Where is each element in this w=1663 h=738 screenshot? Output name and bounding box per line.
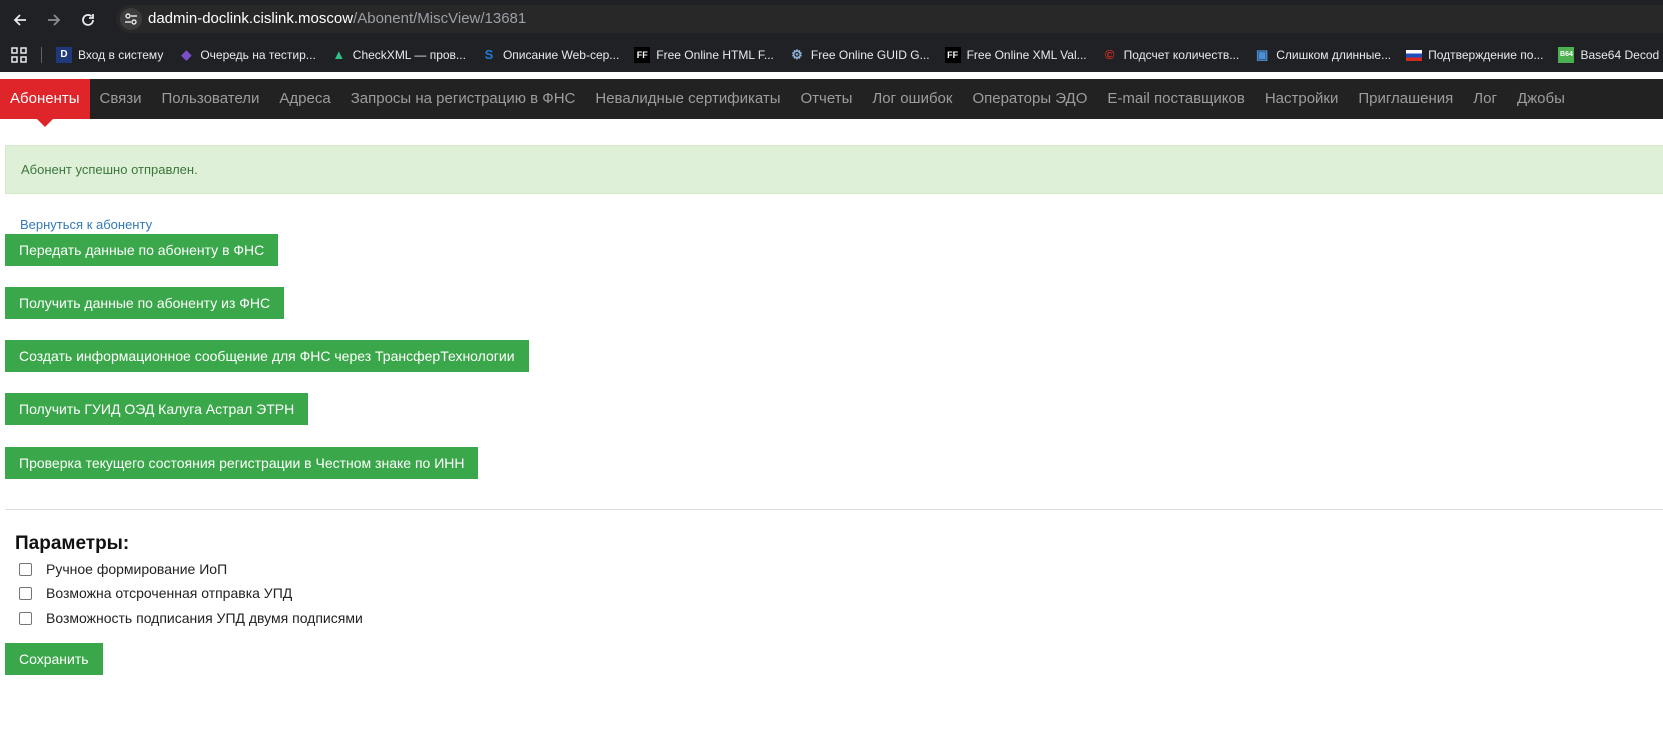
bookmark-label: CheckXML — пров... (352, 48, 466, 62)
nav-item[interactable]: Абоненты (0, 79, 90, 127)
address-bar-row: dadmin-doclink.cislink.moscow/Abonent/Mi… (0, 0, 1663, 38)
bookmark-item[interactable]: Подтверждение по... (1406, 48, 1543, 62)
bookmark-item[interactable]: D Вход в систему (56, 47, 163, 63)
ff-icon: FF (944, 47, 961, 63)
nav-item[interactable]: Приглашения (1348, 79, 1463, 119)
bookmark-item[interactable]: B64 Base64 Decod (1558, 47, 1659, 63)
checkbox-deferred-upd[interactable] (19, 586, 32, 600)
bookmark-item[interactable]: ▣ Слишком длинные... (1254, 47, 1391, 63)
gears-icon: ⚙ (791, 47, 803, 62)
get-guid-button[interactable]: Получить ГУИД ОЭД Калуга Астрал ЭТРН (5, 393, 309, 425)
b64-icon: B64 (1558, 47, 1575, 63)
nav-item[interactable]: Запросы на регистрацию в ФНС (341, 79, 586, 119)
param-two-signatures: Возможность подписания УПД двумя подпися… (19, 607, 363, 629)
param-label: Ручное формирование ИоП (46, 561, 228, 577)
web-service-icon: S (484, 47, 494, 62)
bookmark-label: Base64 Decod (1580, 48, 1660, 62)
nav-list: Абоненты Связи Пользователи Адреса Запросы н… (0, 79, 1663, 127)
window-icon: ▣ (1256, 47, 1269, 62)
check-registration-button[interactable]: Проверка текущего состояния регистрации … (5, 447, 479, 479)
param-deferred-upd: Возможна отсроченная отправка УПД (19, 582, 292, 604)
send-to-fns-button[interactable]: Передать данные по абоненту в ФНС (5, 234, 279, 266)
bookmark-label: Слишком длинные... (1276, 48, 1392, 62)
save-button[interactable]: Сохранить (5, 643, 103, 675)
bookmark-item[interactable]: ⚙ Free Online GUID G... (789, 47, 930, 63)
bookmark-label: Free Online XML Val... (966, 48, 1087, 62)
nav-item[interactable]: Джобы (1507, 79, 1575, 119)
param-label: Возможна отсроченная отправка УПД (46, 585, 293, 601)
url-path: /Abonent/MiscView/13681 (353, 10, 527, 27)
bookmark-label: Free Online HTML F... (656, 48, 774, 62)
visual-studio-icon: ◆ (181, 47, 192, 62)
checkbox-two-signatures[interactable] (19, 611, 32, 625)
bookmark-label: Вход в систему (78, 48, 164, 62)
nav-item[interactable]: Отчеты (791, 79, 863, 119)
russia-flag-icon (1406, 49, 1423, 61)
site-info-icon[interactable] (120, 8, 142, 30)
get-from-fns-button[interactable]: Получить данные по абоненту из ФНС (5, 287, 285, 319)
apps-grid-icon[interactable] (10, 46, 28, 64)
d-icon: D (56, 47, 72, 63)
param-manual-iop: Ручное формирование ИоП (19, 558, 227, 580)
param-label: Возможность подписания УПД двумя подпися… (46, 610, 363, 626)
bookmark-label: Подсчет количеств... (1123, 48, 1240, 62)
bookmark-item[interactable]: FF Free Online XML Val... (944, 47, 1087, 63)
nav-item[interactable]: Адреса (269, 79, 340, 119)
nav-item[interactable]: Лог ошибок (862, 79, 962, 119)
back-arrow-icon[interactable] (7, 7, 33, 33)
bookmark-item[interactable]: FF Free Online HTML F... (634, 47, 774, 63)
url-host: dadmin-doclink.cislink.moscow (148, 10, 354, 27)
bookmark-label: Подтверждение по... (1428, 48, 1544, 62)
reload-icon[interactable] (75, 7, 101, 33)
bookmark-item[interactable]: ▲ CheckXML — пров... (331, 47, 466, 63)
forward-arrow-icon[interactable] (41, 7, 67, 33)
params-title: Параметры: (15, 533, 130, 554)
bookmark-label: Free Online GUID G... (810, 48, 930, 62)
bookmarks-list: D Вход в систему ◆ Очередь на тестир... ▲ Che… (56, 38, 1663, 72)
section-divider (5, 509, 1663, 510)
bookmarks-divider (41, 47, 42, 63)
checkxml-icon: ▲ (332, 47, 346, 62)
url-text[interactable]: dadmin-doclink.cislink.moscow/Abonent/Mi… (148, 10, 526, 27)
url-bar[interactable]: dadmin-doclink.cislink.moscow/Abonent/Mi… (116, 5, 1663, 33)
nav-item[interactable]: E-mail поставщиков (1097, 79, 1254, 119)
bookmark-item[interactable]: ◆ Очередь на тестир... (178, 47, 315, 63)
bookmark-label: Описание Web-сер... (502, 48, 620, 62)
nav-item[interactable]: Лог (1463, 79, 1507, 119)
success-alert: Абонент успешно отправлен. (5, 145, 1663, 194)
nav-item[interactable]: Невалидные сертификаты (585, 79, 790, 119)
nav-item[interactable]: Настройки (1255, 79, 1349, 119)
bookmarks-bar: D Вход в систему ◆ Очередь на тестир... ▲ Che… (0, 38, 1663, 72)
bookmark-item[interactable]: S Описание Web-сер... (481, 47, 620, 63)
bookmark-label: Очередь на тестир... (200, 48, 316, 62)
checkbox-manual-iop[interactable] (19, 562, 32, 576)
app-navbar: Абоненты Связи Пользователи Адреса Запросы н… (0, 79, 1663, 127)
nav-item[interactable]: Пользователи (152, 79, 270, 119)
nav-item[interactable]: Операторы ЭДО (962, 79, 1097, 119)
bookmark-item[interactable]: © Подсчет количеств... (1102, 47, 1240, 63)
nav-item[interactable]: Связи (90, 79, 152, 119)
browser-chrome: dadmin-doclink.cislink.moscow/Abonent/Mi… (0, 0, 1663, 72)
back-to-abonent-link[interactable]: Вернуться к абоненту (20, 217, 152, 232)
copyright-icon: © (1104, 47, 1115, 62)
ff-icon: FF (634, 47, 651, 63)
create-info-message-button[interactable]: Создать информационное сообщение для ФНС… (5, 340, 529, 372)
